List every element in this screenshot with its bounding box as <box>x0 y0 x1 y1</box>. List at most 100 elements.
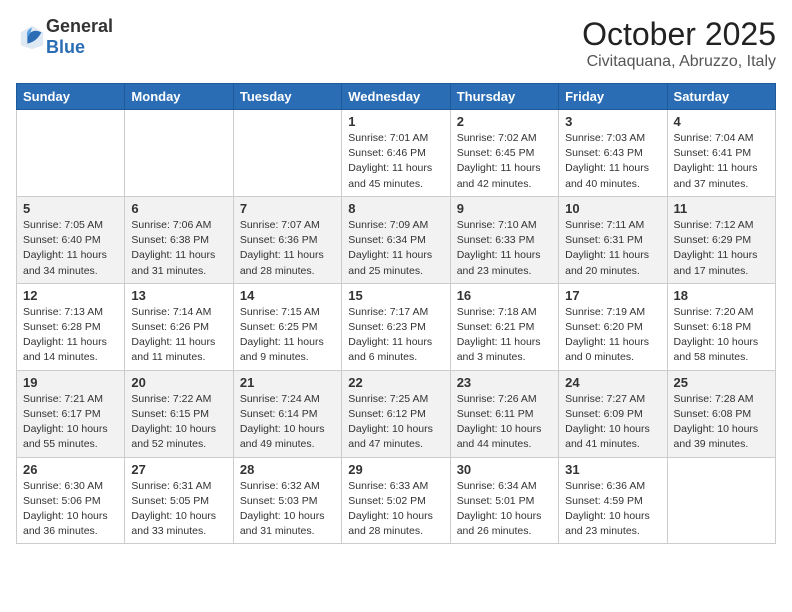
cell-info-text: Sunrise: 7:18 AM Sunset: 6:21 PM Dayligh… <box>457 305 552 366</box>
calendar-cell: 21 Sunrise: 7:24 AM Sunset: 6:14 PM Dayli… <box>233 370 341 457</box>
cell-date-number: 31 <box>565 462 660 477</box>
cell-date-number: 15 <box>348 288 443 303</box>
calendar-cell: 17 Sunrise: 7:19 AM Sunset: 6:20 PM Dayli… <box>559 283 667 370</box>
day-header-friday: Friday <box>559 84 667 110</box>
cell-info-text: Sunrise: 7:26 AM Sunset: 6:11 PM Dayligh… <box>457 392 552 453</box>
cell-info-text: Sunrise: 7:19 AM Sunset: 6:20 PM Dayligh… <box>565 305 660 366</box>
cell-date-number: 8 <box>348 201 443 216</box>
cell-date-number: 18 <box>674 288 769 303</box>
calendar-week-row: 12 Sunrise: 7:13 AM Sunset: 6:28 PM Dayli… <box>17 283 776 370</box>
cell-date-number: 11 <box>674 201 769 216</box>
calendar-cell: 30Sunrise: 6:34 AM Sunset: 5:01 PM Dayli… <box>450 457 558 544</box>
cell-date-number: 27 <box>131 462 226 477</box>
day-header-monday: Monday <box>125 84 233 110</box>
calendar-cell: 15 Sunrise: 7:17 AM Sunset: 6:23 PM Dayli… <box>342 283 450 370</box>
cell-info-text: Sunrise: 7:04 AM Sunset: 6:41 PM Dayligh… <box>674 131 769 192</box>
cell-info-text: Sunrise: 6:34 AM Sunset: 5:01 PM Dayligh… <box>457 479 552 540</box>
cell-date-number: 2 <box>457 114 552 129</box>
cell-date-number: 21 <box>240 375 335 390</box>
cell-date-number: 3 <box>565 114 660 129</box>
cell-info-text: Sunrise: 7:24 AM Sunset: 6:14 PM Dayligh… <box>240 392 335 453</box>
cell-date-number: 25 <box>674 375 769 390</box>
calendar-cell: 23 Sunrise: 7:26 AM Sunset: 6:11 PM Dayli… <box>450 370 558 457</box>
cell-info-text: Sunrise: 7:03 AM Sunset: 6:43 PM Dayligh… <box>565 131 660 192</box>
calendar-cell: 10 Sunrise: 7:11 AM Sunset: 6:31 PM Dayli… <box>559 196 667 283</box>
cell-info-text: Sunrise: 7:22 AM Sunset: 6:15 PM Dayligh… <box>131 392 226 453</box>
cell-date-number: 13 <box>131 288 226 303</box>
calendar-cell: 14 Sunrise: 7:15 AM Sunset: 6:25 PM Dayli… <box>233 283 341 370</box>
cell-date-number: 26 <box>23 462 118 477</box>
cell-info-text: Sunrise: 7:12 AM Sunset: 6:29 PM Dayligh… <box>674 218 769 279</box>
calendar-cell: 29Sunrise: 6:33 AM Sunset: 5:02 PM Dayli… <box>342 457 450 544</box>
location-title: Civitaquana, Abruzzo, Italy <box>582 53 776 71</box>
cell-info-text: Sunrise: 6:31 AM Sunset: 5:05 PM Dayligh… <box>131 479 226 540</box>
calendar-cell: 13Sunrise: 7:14 AM Sunset: 6:26 PM Dayli… <box>125 283 233 370</box>
cell-info-text: Sunrise: 7:07 AM Sunset: 6:36 PM Dayligh… <box>240 218 335 279</box>
cell-date-number: 22 <box>348 375 443 390</box>
calendar-cell <box>667 457 775 544</box>
calendar-cell: 16 Sunrise: 7:18 AM Sunset: 6:21 PM Dayli… <box>450 283 558 370</box>
calendar-table: SundayMondayTuesdayWednesdayThursdayFrid… <box>16 83 776 544</box>
calendar-week-row: 1Sunrise: 7:01 AM Sunset: 6:46 PM Daylig… <box>17 110 776 197</box>
cell-info-text: Sunrise: 7:27 AM Sunset: 6:09 PM Dayligh… <box>565 392 660 453</box>
title-section: October 2025 Civitaquana, Abruzzo, Italy <box>582 16 776 71</box>
logo-general: General <box>46 16 113 36</box>
logo: General Blue <box>16 16 113 58</box>
calendar-cell: 27 Sunrise: 6:31 AM Sunset: 5:05 PM Dayli… <box>125 457 233 544</box>
day-header-sunday: Sunday <box>17 84 125 110</box>
cell-date-number: 10 <box>565 201 660 216</box>
calendar-week-row: 5 Sunrise: 7:05 AM Sunset: 6:40 PM Daylig… <box>17 196 776 283</box>
cell-date-number: 9 <box>457 201 552 216</box>
cell-date-number: 7 <box>240 201 335 216</box>
month-title: October 2025 <box>582 16 776 53</box>
calendar-cell: 11 Sunrise: 7:12 AM Sunset: 6:29 PM Dayli… <box>667 196 775 283</box>
cell-date-number: 23 <box>457 375 552 390</box>
calendar-cell: 31 Sunrise: 6:36 AM Sunset: 4:59 PM Dayli… <box>559 457 667 544</box>
calendar-cell <box>125 110 233 197</box>
calendar-cell: 4Sunrise: 7:04 AM Sunset: 6:41 PM Daylig… <box>667 110 775 197</box>
calendar-cell: 22 Sunrise: 7:25 AM Sunset: 6:12 PM Dayli… <box>342 370 450 457</box>
calendar-week-row: 19Sunrise: 7:21 AM Sunset: 6:17 PM Dayli… <box>17 370 776 457</box>
cell-info-text: Sunrise: 6:36 AM Sunset: 4:59 PM Dayligh… <box>565 479 660 540</box>
cell-info-text: Sunrise: 7:17 AM Sunset: 6:23 PM Dayligh… <box>348 305 443 366</box>
cell-info-text: Sunrise: 6:30 AM Sunset: 5:06 PM Dayligh… <box>23 479 118 540</box>
cell-info-text: Sunrise: 7:01 AM Sunset: 6:46 PM Dayligh… <box>348 131 443 192</box>
cell-info-text: Sunrise: 6:32 AM Sunset: 5:03 PM Dayligh… <box>240 479 335 540</box>
calendar-week-row: 26 Sunrise: 6:30 AM Sunset: 5:06 PM Dayli… <box>17 457 776 544</box>
calendar-cell: 6Sunrise: 7:06 AM Sunset: 6:38 PM Daylig… <box>125 196 233 283</box>
cell-date-number: 24 <box>565 375 660 390</box>
cell-info-text: Sunrise: 7:11 AM Sunset: 6:31 PM Dayligh… <box>565 218 660 279</box>
cell-info-text: Sunrise: 6:33 AM Sunset: 5:02 PM Dayligh… <box>348 479 443 540</box>
cell-date-number: 12 <box>23 288 118 303</box>
calendar-cell: 2Sunrise: 7:02 AM Sunset: 6:45 PM Daylig… <box>450 110 558 197</box>
calendar-cell: 8 Sunrise: 7:09 AM Sunset: 6:34 PM Daylig… <box>342 196 450 283</box>
cell-date-number: 16 <box>457 288 552 303</box>
cell-info-text: Sunrise: 7:05 AM Sunset: 6:40 PM Dayligh… <box>23 218 118 279</box>
cell-info-text: Sunrise: 7:28 AM Sunset: 6:08 PM Dayligh… <box>674 392 769 453</box>
cell-date-number: 5 <box>23 201 118 216</box>
cell-info-text: Sunrise: 7:25 AM Sunset: 6:12 PM Dayligh… <box>348 392 443 453</box>
calendar-cell: 12 Sunrise: 7:13 AM Sunset: 6:28 PM Dayli… <box>17 283 125 370</box>
calendar-cell: 1Sunrise: 7:01 AM Sunset: 6:46 PM Daylig… <box>342 110 450 197</box>
day-header-saturday: Saturday <box>667 84 775 110</box>
calendar-cell <box>233 110 341 197</box>
cell-info-text: Sunrise: 7:09 AM Sunset: 6:34 PM Dayligh… <box>348 218 443 279</box>
calendar-cell: 3 Sunrise: 7:03 AM Sunset: 6:43 PM Daylig… <box>559 110 667 197</box>
calendar-cell: 7 Sunrise: 7:07 AM Sunset: 6:36 PM Daylig… <box>233 196 341 283</box>
cell-date-number: 14 <box>240 288 335 303</box>
calendar-cell <box>17 110 125 197</box>
calendar-cell: 25 Sunrise: 7:28 AM Sunset: 6:08 PM Dayli… <box>667 370 775 457</box>
cell-date-number: 19 <box>23 375 118 390</box>
cell-info-text: Sunrise: 7:13 AM Sunset: 6:28 PM Dayligh… <box>23 305 118 366</box>
cell-date-number: 17 <box>565 288 660 303</box>
page-header: General Blue October 2025 Civitaquana, A… <box>16 16 776 71</box>
calendar-cell: 24 Sunrise: 7:27 AM Sunset: 6:09 PM Dayli… <box>559 370 667 457</box>
cell-info-text: Sunrise: 7:15 AM Sunset: 6:25 PM Dayligh… <box>240 305 335 366</box>
logo-blue: Blue <box>46 37 85 57</box>
day-header-wednesday: Wednesday <box>342 84 450 110</box>
calendar-cell: 20 Sunrise: 7:22 AM Sunset: 6:15 PM Dayli… <box>125 370 233 457</box>
cell-date-number: 28 <box>240 462 335 477</box>
calendar-cell: 26 Sunrise: 6:30 AM Sunset: 5:06 PM Dayli… <box>17 457 125 544</box>
cell-info-text: Sunrise: 7:20 AM Sunset: 6:18 PM Dayligh… <box>674 305 769 366</box>
cell-date-number: 20 <box>131 375 226 390</box>
